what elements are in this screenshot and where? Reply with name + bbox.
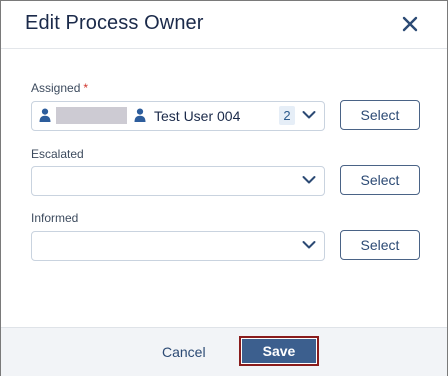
informed-label: Informed (31, 211, 79, 225)
escalated-select[interactable] (31, 166, 325, 196)
assigned-select[interactable]: Test User 004 2 (31, 101, 325, 131)
redacted-user-name (56, 107, 127, 124)
save-button[interactable]: Save (242, 339, 316, 363)
assigned-label-text: Assigned (31, 81, 81, 95)
required-marker: * (83, 81, 89, 95)
escalated-label: Escalated (31, 147, 84, 161)
dialog-header: Edit Process Owner (1, 1, 447, 49)
selected-count-badge: 2 (279, 106, 295, 125)
chevron-down-icon[interactable] (302, 240, 316, 250)
assigned-select-button[interactable]: Select (340, 100, 420, 130)
informed-select[interactable] (31, 231, 325, 261)
selected-user-chip: Test User 004 (154, 108, 241, 124)
person-icon (134, 108, 146, 122)
close-button[interactable] (399, 13, 421, 35)
informed-select-button[interactable]: Select (340, 230, 420, 260)
escalated-select-button[interactable]: Select (340, 165, 420, 195)
dialog-footer: Cancel Save (1, 327, 447, 376)
chevron-down-icon[interactable] (302, 110, 316, 120)
chevron-down-icon[interactable] (302, 175, 316, 185)
cancel-button[interactable]: Cancel (162, 344, 206, 360)
person-icon (39, 108, 51, 122)
edit-process-owner-dialog: Edit Process Owner Assigned * Test User 0… (0, 0, 448, 376)
dialog-title: Edit Process Owner (25, 12, 204, 34)
assigned-label: Assigned * (31, 81, 88, 95)
close-icon (402, 16, 418, 32)
save-button-focus-ring: Save (239, 336, 319, 366)
